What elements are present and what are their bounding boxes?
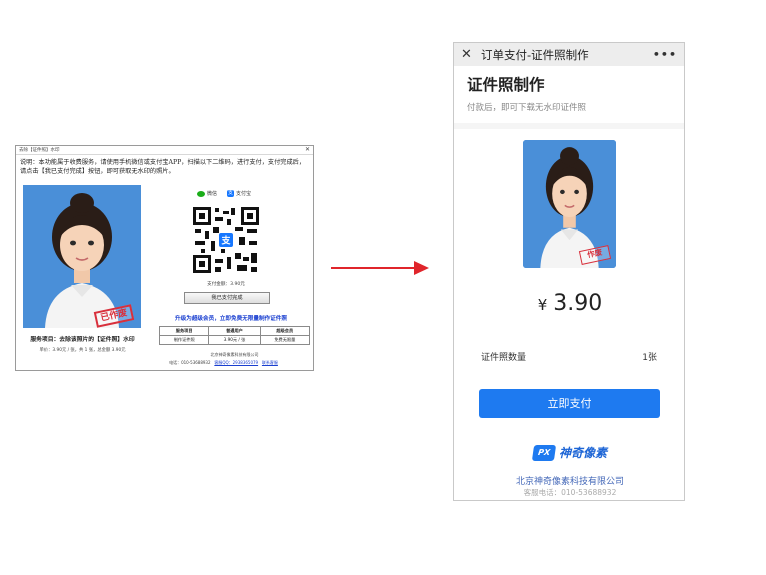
close-icon[interactable]: ✕: [461, 48, 475, 61]
quantity-value: 1张: [642, 353, 657, 363]
company-name: 北京神奇像素科技有限公司: [210, 352, 259, 357]
table-header-cell: 超级会员: [259, 326, 311, 336]
brand-logo: PX 神奇像素: [454, 444, 684, 461]
page-subtitle: 付款后，即可下载无水印证件照: [467, 103, 587, 113]
instruction-text: 说明：本功能属于收费服务，请使用手机微信或支付宝APP，扫描以下二维码，进行支付…: [20, 159, 306, 175]
alipay-icon: 支: [227, 190, 235, 197]
alipay-logo: 支 支付宝: [227, 190, 251, 197]
table-cell: 制作证件照: [158, 335, 210, 345]
brand-name: 神奇像素: [558, 446, 607, 460]
brand-badge-icon: PX: [531, 444, 557, 461]
payment-qr-code[interactable]: 支: [191, 205, 261, 275]
mobile-header-title: 订单支付-证件照制作: [481, 47, 589, 62]
pricing-table: 服务项目 普通用户 超级会员 制作证件照 3.90元 / 张 免费无限量: [158, 326, 311, 345]
window-title: 去除【证件照】水印: [19, 148, 60, 153]
company-name: 北京神奇像素科技有限公司: [515, 477, 624, 487]
currency-symbol: ¥: [537, 296, 548, 314]
svg-text:支: 支: [220, 235, 231, 247]
wechat-icon: [197, 190, 205, 197]
wechat-pay-logo: 微信: [197, 190, 217, 197]
service-item-text: 服务项目：去除该照片的【证件照】水印: [30, 337, 135, 343]
mobile-payment-page: ✕ 订单支付-证件照制作 ••• 证件照制作 付款后，即可下载无水印证件照 作废…: [453, 42, 685, 501]
id-photo-preview: 作废: [523, 140, 616, 268]
pay-total-text: 支付金额：3.90元: [207, 282, 245, 287]
page-title: 证件照制作: [467, 76, 545, 94]
price-display: ¥3.90: [454, 291, 684, 316]
desktop-payment-window: 去除【证件照】水印 ✕ 说明：本功能属于收费服务，请使用手机微信或支付宝APP，…: [15, 145, 314, 371]
contact-support-link[interactable]: 联系客服: [262, 360, 278, 365]
paid-confirm-button[interactable]: 我已支付完成: [184, 292, 270, 304]
pay-now-button[interactable]: 立即支付: [479, 389, 660, 418]
quantity-label: 证件照数量: [481, 353, 527, 363]
table-cell: 免费无限量: [259, 335, 311, 345]
right-arrow-icon: [331, 261, 429, 275]
table-cell: 3.90元 / 张: [208, 335, 261, 345]
more-options-icon[interactable]: •••: [653, 48, 677, 61]
support-phone: 客服电话：010-53688932: [523, 488, 617, 497]
price-amount: 3.90: [553, 291, 603, 316]
table-header-row: 服务项目 普通用户 超级会员: [158, 326, 311, 336]
section-divider: [454, 123, 684, 129]
wechat-label: 微信: [207, 191, 218, 197]
id-photo-preview: 已作废: [23, 185, 141, 328]
alipay-label: 支付宝: [236, 191, 252, 197]
contact-line: 电话：010-53688932 客服QQ：2938365079 联系客服: [136, 360, 311, 366]
phone-text: 电话：010-53688932: [169, 360, 211, 365]
table-row: 制作证件照 3.90元 / 张 免费无限量: [158, 335, 311, 345]
payment-methods: 微信 支 支付宝: [197, 190, 251, 197]
vip-upgrade-link[interactable]: 升级为超级会员，立即免费无限量制作证件照: [151, 314, 311, 322]
unit-price-text: 单价：3.90元 / 张，共 1 张，总金额 3.90元: [39, 348, 126, 353]
table-header-cell: 服务项目: [158, 326, 210, 336]
qq-link[interactable]: 客服QQ：2938365079: [214, 360, 258, 365]
mobile-header-bar: ✕ 订单支付-证件照制作 •••: [454, 43, 684, 66]
window-close-icon[interactable]: ✕: [305, 147, 310, 153]
table-header-cell: 普通用户: [208, 326, 261, 336]
window-titlebar: 去除【证件照】水印 ✕: [16, 146, 313, 155]
